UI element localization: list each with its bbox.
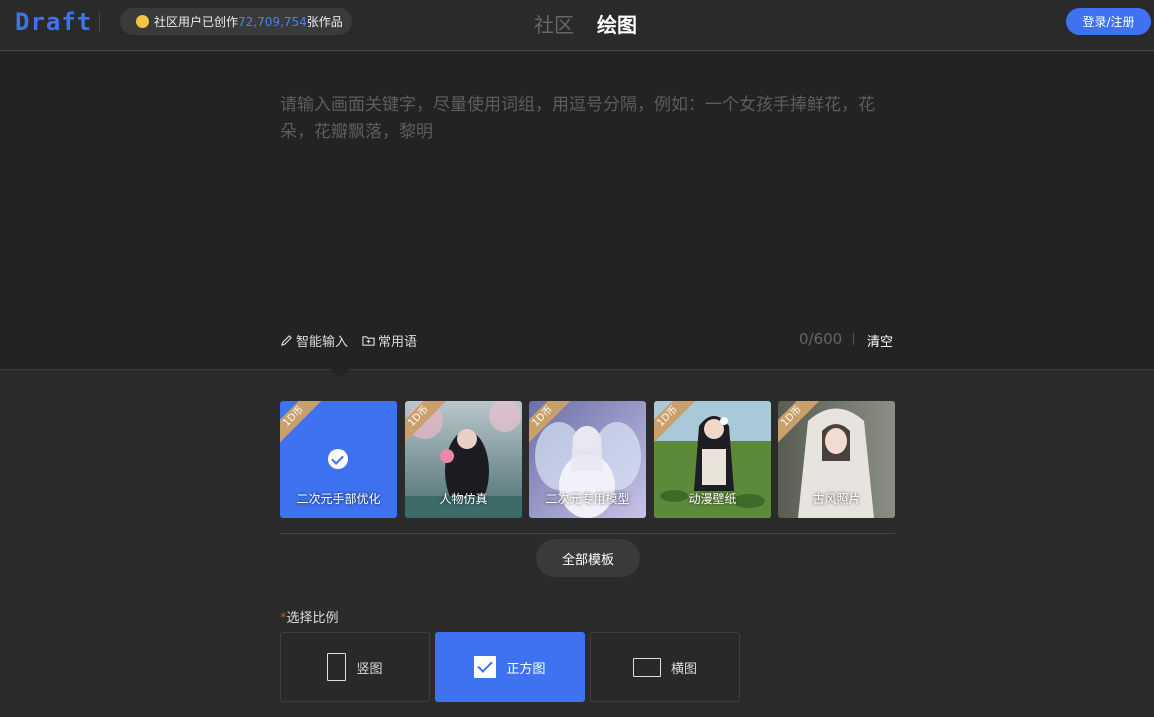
panel-pointer: [331, 369, 349, 378]
prompt-panel: 智能输入 常用语 0/600 清空: [0, 52, 1154, 370]
ratio-option-square[interactable]: 正方图: [435, 632, 585, 702]
portrait-rect-icon: [327, 653, 347, 681]
ratio-option-landscape[interactable]: 横图: [590, 632, 740, 702]
landscape-rect-icon: [632, 657, 661, 677]
section-divider: [280, 533, 895, 534]
ratio-option-label: 正方图: [506, 661, 546, 677]
tab-draw[interactable]: 绘图: [597, 9, 637, 38]
common-phrases-button[interactable]: 常用语: [362, 331, 417, 350]
smile-emoji-icon: [136, 15, 149, 28]
counter-divider: [853, 333, 854, 345]
template-card-anime-model[interactable]: 1D币 二次元专用模型: [529, 401, 646, 518]
ratio-section-title: *选择比例: [280, 607, 339, 626]
template-card-anime-wallpaper[interactable]: 1D币 动漫壁纸: [654, 401, 771, 518]
ratio-option-portrait[interactable]: 竖图: [280, 632, 430, 702]
template-label: 二次元手部优化: [296, 492, 381, 506]
logo[interactable]: Draft: [15, 8, 92, 36]
template-card-anime-hands[interactable]: 1D币 二次元手部优化: [280, 401, 397, 518]
smart-input-label: 智能输入: [296, 335, 349, 350]
template-card-ancient-style-photo[interactable]: 1D币 古风照片: [778, 401, 895, 518]
all-templates-button[interactable]: 全部模板: [536, 539, 640, 577]
tab-community[interactable]: 社区: [534, 9, 574, 38]
template-label: 二次元专用模型: [545, 492, 630, 506]
folder-plus-icon: [362, 336, 375, 346]
clear-button[interactable]: 清空: [867, 331, 893, 350]
ratio-option-label: 横图: [670, 661, 697, 677]
login-register-button[interactable]: 登录/注册: [1066, 8, 1151, 35]
common-phrases-label: 常用语: [378, 335, 418, 350]
price-badge: 1D币: [280, 401, 328, 451]
pencil-icon: [280, 335, 292, 347]
check-circle-icon: [328, 449, 348, 469]
smart-input-button[interactable]: 智能输入: [280, 331, 348, 350]
template-card-realistic-person[interactable]: 1D币 人物仿真: [405, 401, 522, 518]
template-label: 动漫壁纸: [688, 492, 737, 506]
ratio-option-label: 竖图: [356, 661, 383, 677]
stats-count: 72,709,754: [238, 14, 307, 29]
top-header: Draft 社区用户已创作 72,709,754 张作品 社区 绘图 登录/注册: [0, 0, 1154, 51]
stats-prefix: 社区用户已创作: [154, 15, 239, 29]
ratio-title-label: 选择比例: [286, 611, 339, 626]
template-label: 人物仿真: [439, 492, 488, 506]
header-divider: [99, 12, 100, 32]
prompt-input[interactable]: [280, 92, 900, 312]
char-counter: 0/600: [799, 330, 843, 348]
checkbox-checked-icon: [474, 656, 497, 678]
stats-suffix: 张作品: [306, 15, 343, 29]
template-label: 古风照片: [812, 492, 861, 506]
stats-badge: 社区用户已创作 72,709,754 张作品: [120, 8, 352, 35]
